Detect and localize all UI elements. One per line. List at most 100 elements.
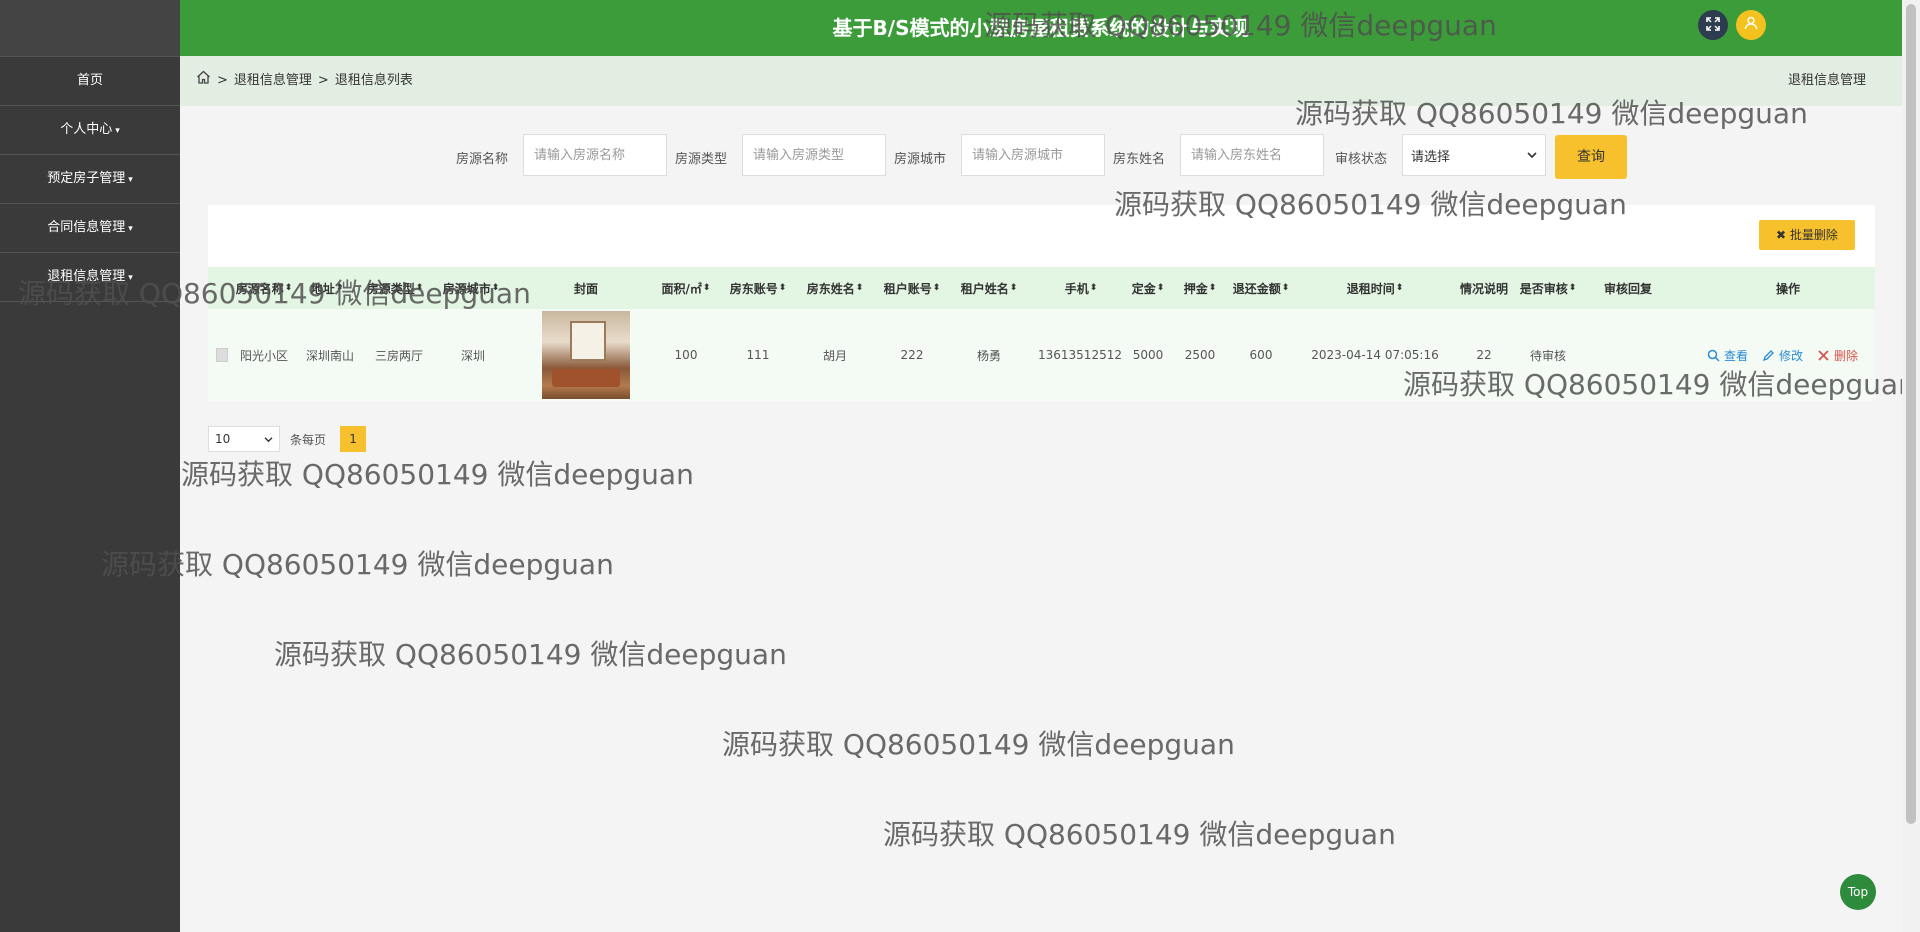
sidebar-item-booking[interactable]: 预定房子管理 ▾ — [0, 155, 180, 204]
sort-icon: ⬍ — [1208, 283, 1217, 293]
cell-landlord-name: 胡月 — [822, 348, 847, 363]
sidebar-item-personal-center[interactable]: 个人中心 ▾ — [0, 106, 180, 155]
watermark: 源码获取 QQ86050149 微信deepguan — [274, 638, 787, 671]
scrollbar-thumb[interactable] — [1906, 4, 1916, 824]
breadcrumb: > 退租信息管理 > 退租信息列表 退租信息管理 — [180, 56, 1902, 106]
col-header-time[interactable]: 退租时间 ⬍ — [1306, 267, 1444, 309]
user-icon — [1744, 16, 1758, 34]
pagination: 10 条每页 1 — [208, 426, 367, 452]
user-button[interactable] — [1736, 10, 1766, 40]
cell-actions: 查看 修改 删除 — [1662, 309, 1872, 401]
bulk-delete-button[interactable]: ✖ 批量删除 — [1759, 220, 1855, 250]
back-to-top-button[interactable]: Top — [1840, 874, 1876, 910]
sidebar-brand — [0, 0, 180, 57]
col-header-phone[interactable]: 手机 ⬍ — [1038, 267, 1124, 309]
page-number-current[interactable]: 1 — [340, 426, 367, 452]
cell-type: 三房两厅 — [374, 348, 423, 363]
sort-icon: ⬍ — [335, 283, 344, 293]
search-label-house-city: 房源城市 — [894, 152, 947, 167]
col-header-tenant-account[interactable]: 租户账号 ⬍ — [882, 267, 942, 309]
col-header-audit[interactable]: 是否审核 ⬍ — [1514, 267, 1582, 309]
col-header-tenant-name[interactable]: 租户姓名 ⬍ — [959, 267, 1019, 309]
edit-icon — [1762, 349, 1774, 361]
bulk-delete-label: 批量删除 — [1789, 228, 1838, 242]
view-button[interactable]: 查看 — [1707, 347, 1748, 364]
cell-tenant-account: 222 — [900, 348, 924, 362]
search-button[interactable]: 查询 — [1555, 135, 1627, 179]
breadcrumb-separator: > — [317, 73, 329, 88]
delete-button[interactable]: 删除 — [1817, 347, 1858, 364]
chevron-down-icon — [1527, 148, 1537, 163]
sidebar-item-label: 预定房子管理 — [47, 171, 126, 186]
col-header-address[interactable]: 地址 ⬍ — [302, 267, 352, 309]
breadcrumb-level1[interactable]: 退租信息管理 — [234, 56, 312, 106]
cell-area: 100 — [674, 348, 698, 362]
search-icon — [1707, 349, 1720, 362]
sidebar-item-checkout[interactable]: 退租信息管理 ▾ — [0, 253, 180, 302]
home-icon[interactable] — [196, 56, 211, 106]
col-header-actions: 操作 — [1775, 281, 1800, 296]
table-row: 阳光小区 深圳南山 三房两厅 深圳 100 111 胡月 222 杨勇 1361… — [208, 309, 1875, 401]
sidebar-item-label: 合同信息管理 — [47, 220, 126, 235]
col-header-landlord-account[interactable]: 房东账号 ⬍ — [728, 267, 788, 309]
house-type-input[interactable] — [742, 134, 886, 176]
col-header-landlord-name[interactable]: 房东姓名 ⬍ — [805, 267, 865, 309]
sort-icon: ⬍ — [778, 283, 787, 293]
sort-icon: ⬍ — [1009, 283, 1018, 293]
page-size-value: 10 — [215, 432, 231, 446]
sidebar-item-label: 个人中心 — [60, 122, 113, 137]
sidebar-item-label: 退租信息管理 — [47, 269, 126, 284]
col-header-name[interactable]: 房源名称 ⬍ — [236, 267, 293, 309]
sort-icon: ⬍ — [702, 283, 711, 293]
audit-status-select[interactable]: 请选择 — [1402, 134, 1546, 176]
col-header-refund[interactable]: 退还金额 ⬍ — [1228, 267, 1294, 309]
breadcrumb-level2: 退租信息列表 — [334, 73, 413, 88]
house-name-input[interactable] — [523, 134, 667, 176]
col-header-area[interactable]: 面积/㎡ ⬍ — [656, 267, 716, 309]
sidebar-item-contracts[interactable]: 合同信息管理 ▾ — [0, 204, 180, 253]
breadcrumb-separator: > — [217, 73, 228, 88]
page-title: 基于B/S模式的小型房屋租赁系统的设计与实现 — [832, 16, 1250, 40]
cell-city: 深圳 — [460, 348, 485, 363]
col-header-note: 情况说明 — [1459, 281, 1508, 296]
row-checkbox[interactable] — [216, 309, 228, 401]
col-header-type[interactable]: 房源类型 ⬍ — [360, 267, 430, 309]
col-header-security[interactable]: 押金 ⬍ — [1174, 267, 1226, 309]
fullscreen-button[interactable] — [1698, 10, 1728, 40]
breadcrumb-current: 退租信息管理 — [1787, 73, 1866, 88]
sort-icon: ⬍ — [1395, 283, 1404, 293]
cell-note: 22 — [1476, 348, 1492, 362]
edit-button[interactable]: 修改 — [1762, 347, 1803, 364]
top-header: 基于B/S模式的小型房屋租赁系统的设计与实现 — [180, 0, 1902, 56]
landlord-name-input[interactable] — [1180, 134, 1324, 176]
col-header-city[interactable]: 房源城市 ⬍ — [436, 267, 506, 309]
sort-icon: ⬍ — [1089, 283, 1098, 293]
cell-cover — [542, 309, 630, 401]
col-header-cover: 封面 — [573, 281, 598, 296]
sort-icon: ⬍ — [491, 283, 500, 293]
sort-icon: ⬍ — [1156, 283, 1165, 293]
watermark: 源码获取 QQ86050149 微信deepguan — [883, 818, 1396, 851]
sort-icon: ⬍ — [855, 283, 864, 293]
sidebar: 首页 个人中心 ▾ 预定房子管理 ▾ 合同信息管理 ▾ 退租信息管理 ▾ — [0, 0, 180, 932]
close-icon: ✖ — [1776, 228, 1790, 242]
cell-security: 2500 — [1184, 348, 1216, 362]
cell-address: 深圳南山 — [305, 348, 354, 363]
search-bar: 房源名称 房源类型 房源城市 房东姓名 审核状态 请选择 查询 — [180, 130, 1902, 180]
sidebar-item-home[interactable]: 首页 — [0, 57, 180, 106]
cell-deposit: 5000 — [1132, 348, 1164, 362]
page-size-select[interactable]: 10 — [208, 426, 280, 452]
cover-image[interactable] — [542, 311, 630, 399]
caret-down-icon: ▾ — [128, 273, 133, 283]
house-city-input[interactable] — [961, 134, 1105, 176]
search-label-audit-status: 审核状态 — [1335, 152, 1388, 167]
audit-status-value: 请选择 — [1411, 149, 1451, 165]
cell-reply — [1588, 309, 1668, 401]
cell-landlord-account: 111 — [746, 348, 770, 362]
col-header-deposit[interactable]: 定金 ⬍ — [1124, 267, 1172, 309]
watermark: 源码获取 QQ86050149 微信deepguan — [181, 458, 694, 491]
scrollbar[interactable] — [1902, 0, 1920, 932]
cell-time: 2023-04-14 07:05:16 — [1311, 348, 1439, 362]
cell-name: 阳光小区 — [239, 348, 288, 363]
caret-down-icon: ▾ — [128, 224, 133, 234]
